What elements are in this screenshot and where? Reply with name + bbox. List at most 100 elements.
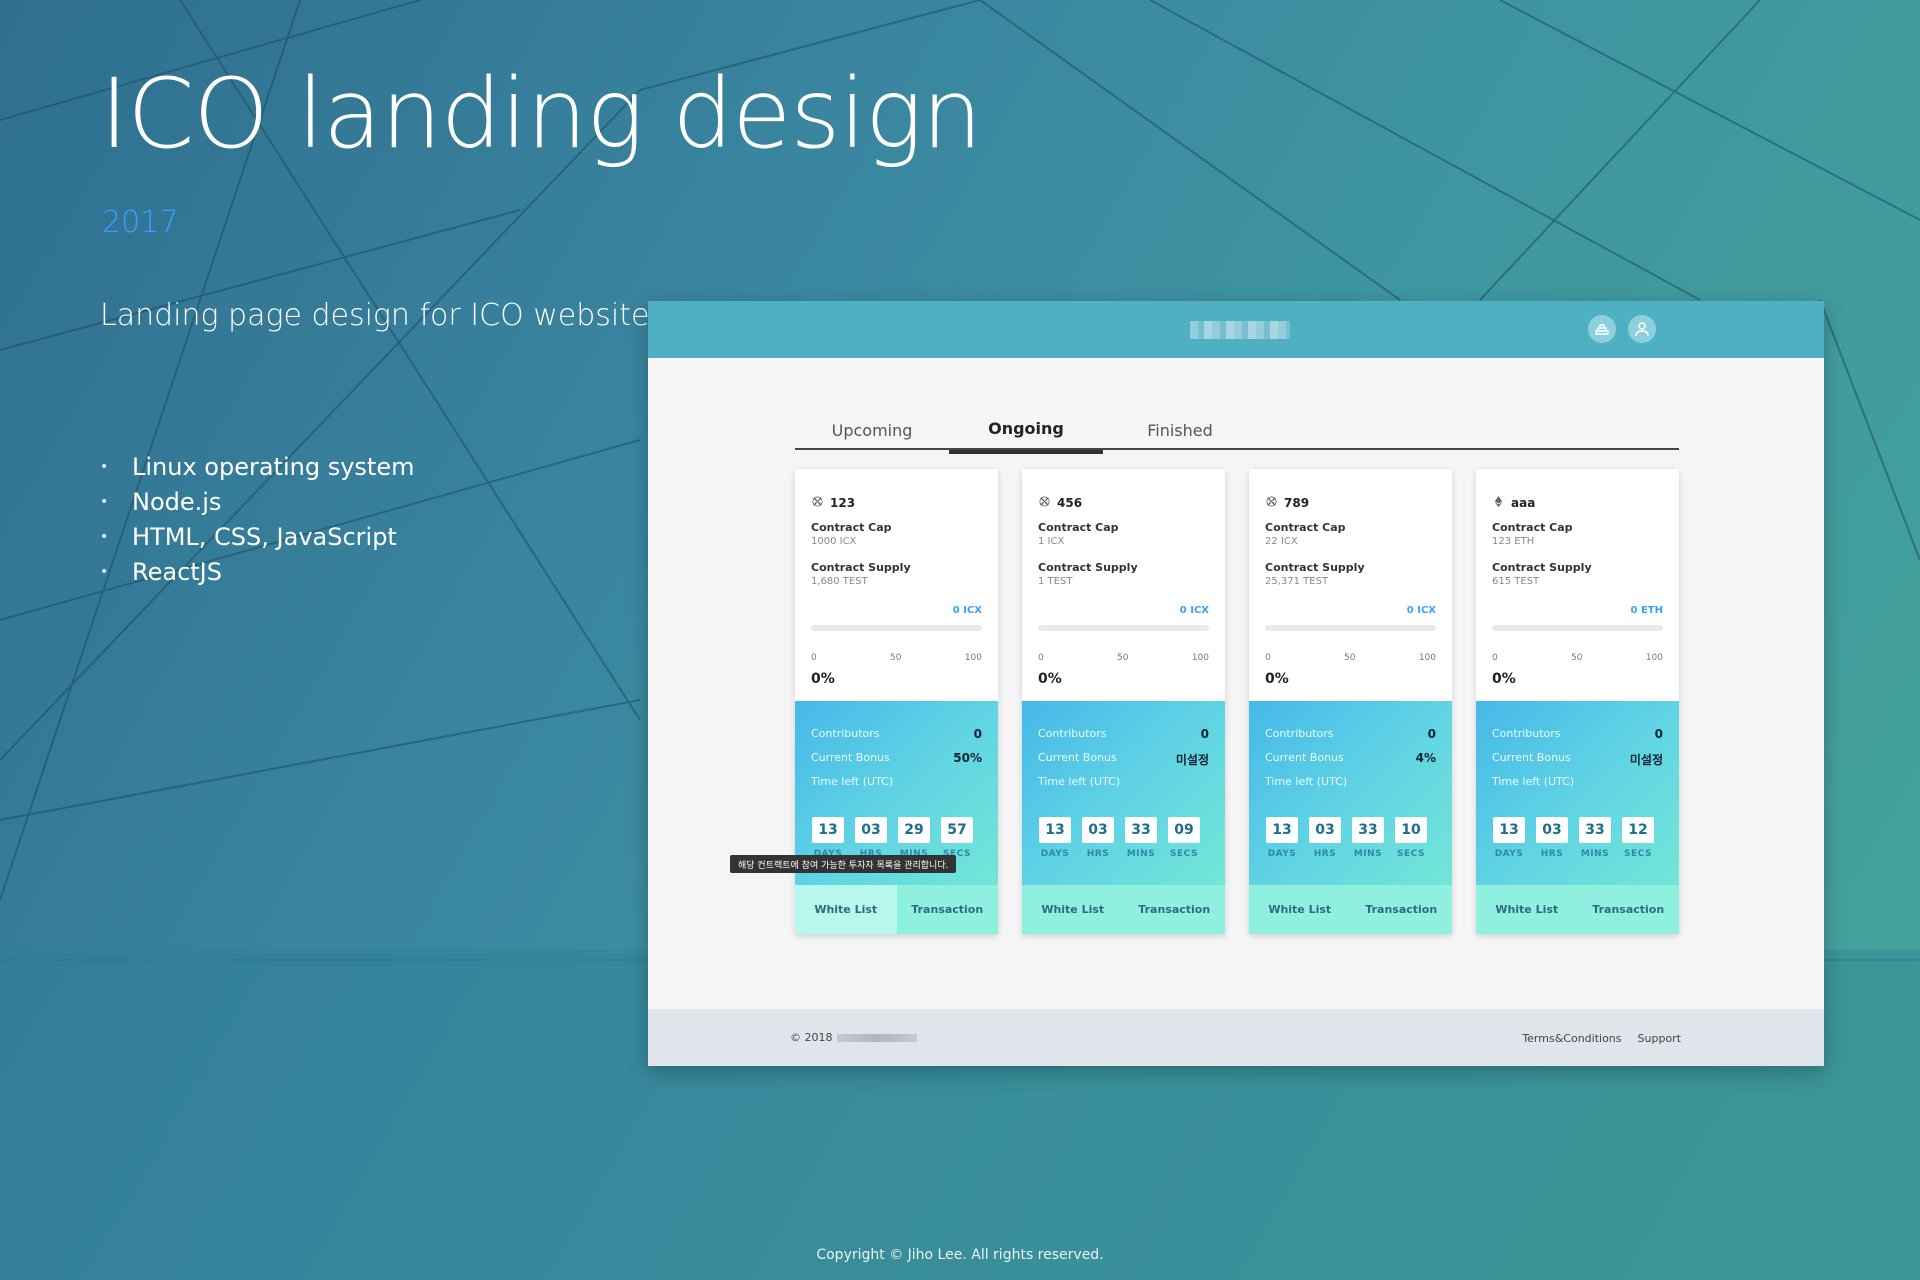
footer-copyright: © 2018 bbox=[790, 1031, 917, 1044]
hrs-value: 03 bbox=[1536, 817, 1568, 843]
tab-finished[interactable]: Finished bbox=[1103, 406, 1257, 454]
white-list-button[interactable]: White List bbox=[1022, 885, 1124, 934]
contract-cap-label: Contract Cap bbox=[811, 521, 892, 534]
transaction-button[interactable]: Transaction bbox=[896, 885, 998, 934]
tick-label: 50 bbox=[1344, 653, 1356, 663]
contributors-value: 0 bbox=[1427, 727, 1436, 741]
tick-label: 50 bbox=[890, 653, 902, 663]
footer-links: Terms&Conditions Support bbox=[1522, 1032, 1681, 1045]
transaction-button[interactable]: Transaction bbox=[1350, 885, 1452, 934]
raised-amount: 0 ICX bbox=[952, 605, 982, 616]
days-label: DAYS bbox=[1267, 849, 1297, 859]
ico-card: aaa Contract Cap 123 ETH Contract Supply… bbox=[1476, 469, 1679, 934]
logo[interactable] bbox=[1190, 321, 1290, 339]
card-actions: White List Transaction bbox=[795, 885, 998, 934]
countdown: 13 DAYS 03 HRS 29 MINS 57 SECS bbox=[811, 817, 974, 859]
countdown: 13 DAYS 03 HRS 33 MINS 09 SECS bbox=[1038, 817, 1201, 859]
contract-supply-value: 1,680 TEST bbox=[811, 576, 868, 587]
secs-label: SECS bbox=[1624, 849, 1652, 859]
contract-supply-label: Contract Supply bbox=[1038, 561, 1138, 574]
wallet-icon[interactable] bbox=[1588, 315, 1616, 343]
secs-value: 57 bbox=[941, 817, 973, 843]
card-info: 789 Contract Cap 22 ICX Contract Supply … bbox=[1249, 469, 1452, 701]
tick-label: 100 bbox=[1645, 653, 1663, 663]
bonus-value: 50% bbox=[953, 751, 982, 765]
bonus-value: 4% bbox=[1415, 751, 1436, 765]
tech-list: • Linux operating system • Node.js • HTML, … bbox=[100, 450, 414, 590]
support-link[interactable]: Support bbox=[1638, 1032, 1681, 1045]
hrs-label: HRS bbox=[1086, 849, 1110, 859]
tab-ongoing[interactable]: Ongoing bbox=[949, 406, 1103, 454]
description: Landing page design for ICO website. bbox=[100, 298, 659, 333]
card-stats: Contributors 0 Current Bonus 4% Time left … bbox=[1249, 701, 1452, 885]
days-value: 13 bbox=[1039, 817, 1071, 843]
contributors-value: 0 bbox=[973, 727, 982, 741]
card-info: 123 Contract Cap 1000 ICX Contract Suppl… bbox=[795, 469, 998, 701]
card-actions: White List Transaction bbox=[1022, 885, 1225, 934]
percent-value: 0% bbox=[1265, 671, 1289, 687]
progress-bar bbox=[1265, 625, 1436, 631]
contract-cap-label: Contract Cap bbox=[1038, 521, 1119, 534]
ico-card: 456 Contract Cap 1 ICX Contract Supply 1… bbox=[1022, 469, 1225, 934]
card-info: aaa Contract Cap 123 ETH Contract Supply… bbox=[1476, 469, 1679, 701]
contributors-value: 0 bbox=[1200, 727, 1209, 741]
mock-browser-window: Upcoming Ongoing Finished 123 Contract C… bbox=[648, 301, 1824, 1066]
time-left-label: Time left (UTC) bbox=[811, 775, 894, 788]
card-title: 456 bbox=[1038, 495, 1082, 511]
percent-value: 0% bbox=[811, 671, 835, 687]
transaction-button[interactable]: Transaction bbox=[1577, 885, 1679, 934]
contributors-label: Contributors bbox=[811, 727, 880, 740]
secs-label: SECS bbox=[1170, 849, 1198, 859]
contract-supply-label: Contract Supply bbox=[1265, 561, 1365, 574]
tick-label: 100 bbox=[1418, 653, 1436, 663]
eth-icon bbox=[1492, 495, 1505, 511]
contract-supply-value: 25,371 TEST bbox=[1265, 576, 1329, 587]
coin-name: aaa bbox=[1511, 496, 1536, 510]
tab-upcoming[interactable]: Upcoming bbox=[795, 406, 949, 454]
mins-value: 29 bbox=[898, 817, 930, 843]
hrs-label: HRS bbox=[1313, 849, 1337, 859]
white-list-button[interactable]: White List bbox=[1476, 885, 1578, 934]
tick-label: 50 bbox=[1571, 653, 1583, 663]
contract-cap-label: Contract Cap bbox=[1265, 521, 1346, 534]
bonus-value: 미설정 bbox=[1175, 753, 1209, 767]
tick-label: 0 bbox=[1265, 653, 1271, 663]
card-stats: Contributors 0 Current Bonus 미설정 Time left… bbox=[1476, 701, 1679, 885]
tab-bar: Upcoming Ongoing Finished bbox=[795, 398, 1679, 454]
raised-amount: 0 ETH bbox=[1630, 605, 1663, 616]
time-left-label: Time left (UTC) bbox=[1265, 775, 1348, 788]
tick-label: 100 bbox=[964, 653, 982, 663]
user-icon[interactable] bbox=[1628, 315, 1656, 343]
time-left-label: Time left (UTC) bbox=[1038, 775, 1121, 788]
days-value: 13 bbox=[812, 817, 844, 843]
tick-label: 100 bbox=[1191, 653, 1209, 663]
icx-icon bbox=[1038, 495, 1051, 511]
transaction-button[interactable]: Transaction bbox=[1123, 885, 1225, 934]
terms-link[interactable]: Terms&Conditions bbox=[1522, 1032, 1621, 1045]
icx-icon bbox=[1265, 495, 1278, 511]
card-title: 123 bbox=[811, 495, 855, 511]
card-info: 456 Contract Cap 1 ICX Contract Supply 1… bbox=[1022, 469, 1225, 701]
list-item: • Node.js bbox=[100, 488, 222, 516]
hrs-label: HRS bbox=[1540, 849, 1564, 859]
mins-label: MINS bbox=[1580, 849, 1610, 859]
coin-name: 456 bbox=[1057, 496, 1083, 510]
countdown: 13 DAYS 03 HRS 33 MINS 12 SECS bbox=[1492, 817, 1655, 859]
contributors-label: Contributors bbox=[1492, 727, 1561, 740]
contract-supply-label: Contract Supply bbox=[1492, 561, 1592, 574]
card-actions: White List Transaction bbox=[1249, 885, 1452, 934]
days-value: 13 bbox=[1266, 817, 1298, 843]
tick-label: 0 bbox=[1492, 653, 1498, 663]
list-item: • ReactJS bbox=[100, 558, 222, 586]
contributors-value: 0 bbox=[1654, 727, 1663, 741]
white-list-button[interactable]: White List bbox=[795, 885, 897, 934]
percent-value: 0% bbox=[1038, 671, 1062, 687]
contract-cap-value: 123 ETH bbox=[1492, 536, 1535, 547]
mins-value: 33 bbox=[1579, 817, 1611, 843]
bonus-label: Current Bonus bbox=[1492, 751, 1571, 764]
white-list-button[interactable]: White List bbox=[1249, 885, 1351, 934]
year: 2017 bbox=[102, 205, 179, 240]
contract-cap-value: 22 ICX bbox=[1265, 536, 1298, 547]
raised-amount: 0 ICX bbox=[1179, 605, 1209, 616]
coin-name: 789 bbox=[1284, 496, 1310, 510]
